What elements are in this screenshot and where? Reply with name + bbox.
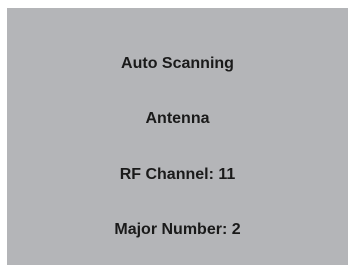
major-number-label: Major Number: 2 [114,221,241,238]
input-source-label: Antenna [145,110,210,127]
tv-scan-screen: Auto Scanning Antenna RF Channel: 11 Maj… [7,8,348,265]
scan-status-label: Auto Scanning [121,55,234,72]
rf-channel-label: RF Channel: 11 [119,166,236,183]
